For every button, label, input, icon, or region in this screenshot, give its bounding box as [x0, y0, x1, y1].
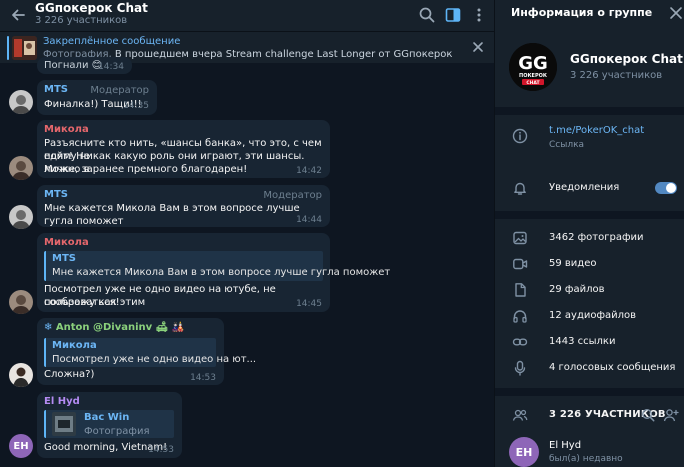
member-avatar[interactable]: EH — [509, 437, 539, 467]
message-time: 14:42 — [296, 166, 322, 176]
reply-quote[interactable]: MTS Мне кажется Микола Вам в этом вопрос… — [44, 251, 390, 281]
message-time: 14:53 — [148, 445, 174, 455]
logo-gg-text: GG — [518, 53, 548, 74]
message-time: 14:35 — [123, 101, 149, 111]
group-name: GGпокерок Chat — [570, 52, 683, 66]
quote-text: Посмотрел уже не одно видео на ют... — [52, 354, 257, 365]
chat-title[interactable]: GGпокерок Chat — [35, 1, 148, 15]
group-link[interactable]: t.me/PokerOK_chat — [549, 125, 644, 136]
sender-name-text: Anton @Divaninv 🛋 🎎 — [55, 322, 185, 333]
snowflake-icon: ❄ — [44, 322, 53, 333]
sender-name[interactable]: MTS — [44, 189, 68, 200]
pinned-indicator — [7, 36, 9, 60]
back-arrow-icon[interactable] — [9, 6, 27, 24]
pinned-preview-text: В прошедшем вчера Stream challenge Last … — [114, 49, 455, 60]
message-bubble[interactable]: El Hyd Bac Win Фотография Good morning, … — [37, 392, 182, 458]
user-avatar[interactable] — [9, 363, 33, 387]
user-avatar[interactable]: EH — [9, 434, 33, 458]
pinned-photo-thumbnail — [12, 36, 37, 60]
panel-title: Информация о группе — [511, 6, 653, 19]
member-status: был(а) недавно — [549, 454, 623, 464]
sender-name[interactable]: El Hyd — [44, 396, 80, 407]
links-count[interactable]: 1443 ссылки — [549, 336, 615, 347]
group-avatar[interactable]: GG ПОКЕРОК CHAT — [509, 43, 557, 91]
message-bubble[interactable]: MTS Модератор Финалка!) Тащи!!! 14:35 — [37, 80, 157, 115]
logo-tag-text: CHAT — [526, 80, 540, 86]
videos-count[interactable]: 59 видео — [549, 258, 596, 269]
close-pinned-icon[interactable] — [470, 39, 486, 55]
logo-brand-text: ПОКЕРОК — [519, 73, 548, 79]
notifications-toggle[interactable] — [655, 182, 677, 194]
user-avatar[interactable] — [9, 205, 33, 229]
link-icon — [512, 334, 528, 350]
toggle-knob — [666, 183, 676, 193]
video-icon — [512, 256, 528, 272]
quote-text: Мне кажется Микола Вам в этом вопросе лу… — [52, 267, 391, 278]
message-line: пользоваться! — [44, 297, 120, 308]
user-avatar[interactable] — [9, 156, 33, 180]
section-divider — [495, 211, 684, 219]
group-link-label: Ссылка — [549, 140, 585, 150]
bell-icon — [512, 180, 528, 196]
user-avatar[interactable] — [9, 290, 33, 314]
files-count[interactable]: 29 файлов — [549, 284, 604, 295]
section-divider — [495, 107, 684, 115]
message-bubble[interactable]: MTS Модератор Мне кажется Микола Вам в э… — [37, 185, 330, 227]
sender-name[interactable]: MTS — [44, 84, 68, 95]
message-text: Погнали 😊 — [44, 60, 103, 71]
chat-pane: GGпокерок Chat 3 226 участников Закреплё… — [0, 0, 494, 467]
photos-count[interactable]: 3462 фотографии — [549, 232, 644, 243]
message-bubble[interactable]: ❄ Anton @Divaninv 🛋 🎎 Микола Посмотрел у… — [37, 318, 256, 385]
sender-role: Модератор — [90, 85, 149, 96]
sender-name[interactable]: Микола — [44, 124, 89, 135]
file-icon — [512, 282, 528, 298]
quote-text: Фотография — [84, 426, 150, 437]
members-icon — [512, 407, 528, 423]
sender-name[interactable]: ❄ Anton @Divaninv 🛋 🎎 — [44, 322, 184, 333]
more-options-icon[interactable] — [469, 5, 489, 25]
sender-name[interactable]: Микола — [44, 237, 89, 248]
reply-quote[interactable]: Микола Посмотрел уже не одно видео на ют… — [44, 338, 256, 367]
reply-quote[interactable]: Bac Win Фотография — [44, 410, 174, 438]
user-avatar[interactable] — [9, 90, 33, 114]
section-divider — [495, 388, 684, 396]
headphones-icon — [512, 308, 528, 324]
message-text: Мне кажется Микола Вам в этом вопросе лу… — [44, 203, 300, 227]
message-time: 14:34 — [98, 62, 124, 72]
quote-photo-thumbnail — [52, 412, 76, 436]
close-icon[interactable] — [669, 6, 683, 20]
message-bubble[interactable]: Микола MTS Мне кажется Микола Вам в этом… — [37, 233, 390, 312]
pinned-title: Закреплённое сообщение — [43, 36, 181, 47]
message-time: 14:45 — [296, 299, 322, 309]
notifications-label: Уведомления — [549, 182, 620, 193]
message-time: 14:53 — [190, 373, 216, 383]
chat-header: GGпокерок Chat 3 226 участников — [0, 0, 494, 31]
message-text: Сложна?) — [44, 369, 95, 380]
message-bubble[interactable]: Микола Разъясните кто нить, «шансы банка… — [37, 120, 330, 178]
message-line: личке, заранее премного благодарен! — [44, 164, 248, 175]
audio-count[interactable]: 12 аудиофайлов — [549, 310, 636, 321]
voice-count[interactable]: 4 голосовых сообщения — [549, 362, 675, 373]
search-icon[interactable] — [417, 5, 437, 25]
search-members-icon[interactable] — [640, 407, 656, 423]
member-name[interactable]: El Hyd — [549, 440, 581, 451]
sidebar-toggle-icon[interactable] — [443, 5, 463, 25]
quote-sender: MTS — [52, 253, 76, 264]
message-bubble[interactable]: Погнали 😊 14:34 — [37, 57, 132, 74]
message-time: 14:44 — [296, 215, 322, 225]
group-info-panel: Информация о группе GG ПОКЕРОК CHAT GGпо… — [494, 0, 684, 467]
chat-member-count: 3 226 участников — [35, 15, 128, 26]
quote-sender: Bac Win — [84, 412, 130, 423]
add-member-icon[interactable] — [663, 407, 679, 423]
info-icon — [512, 128, 528, 144]
photo-icon — [512, 230, 528, 246]
quote-sender: Микола — [52, 340, 97, 351]
group-member-count: 3 226 участников — [570, 70, 663, 81]
sender-role: Модератор — [263, 190, 322, 201]
microphone-icon — [512, 360, 528, 376]
